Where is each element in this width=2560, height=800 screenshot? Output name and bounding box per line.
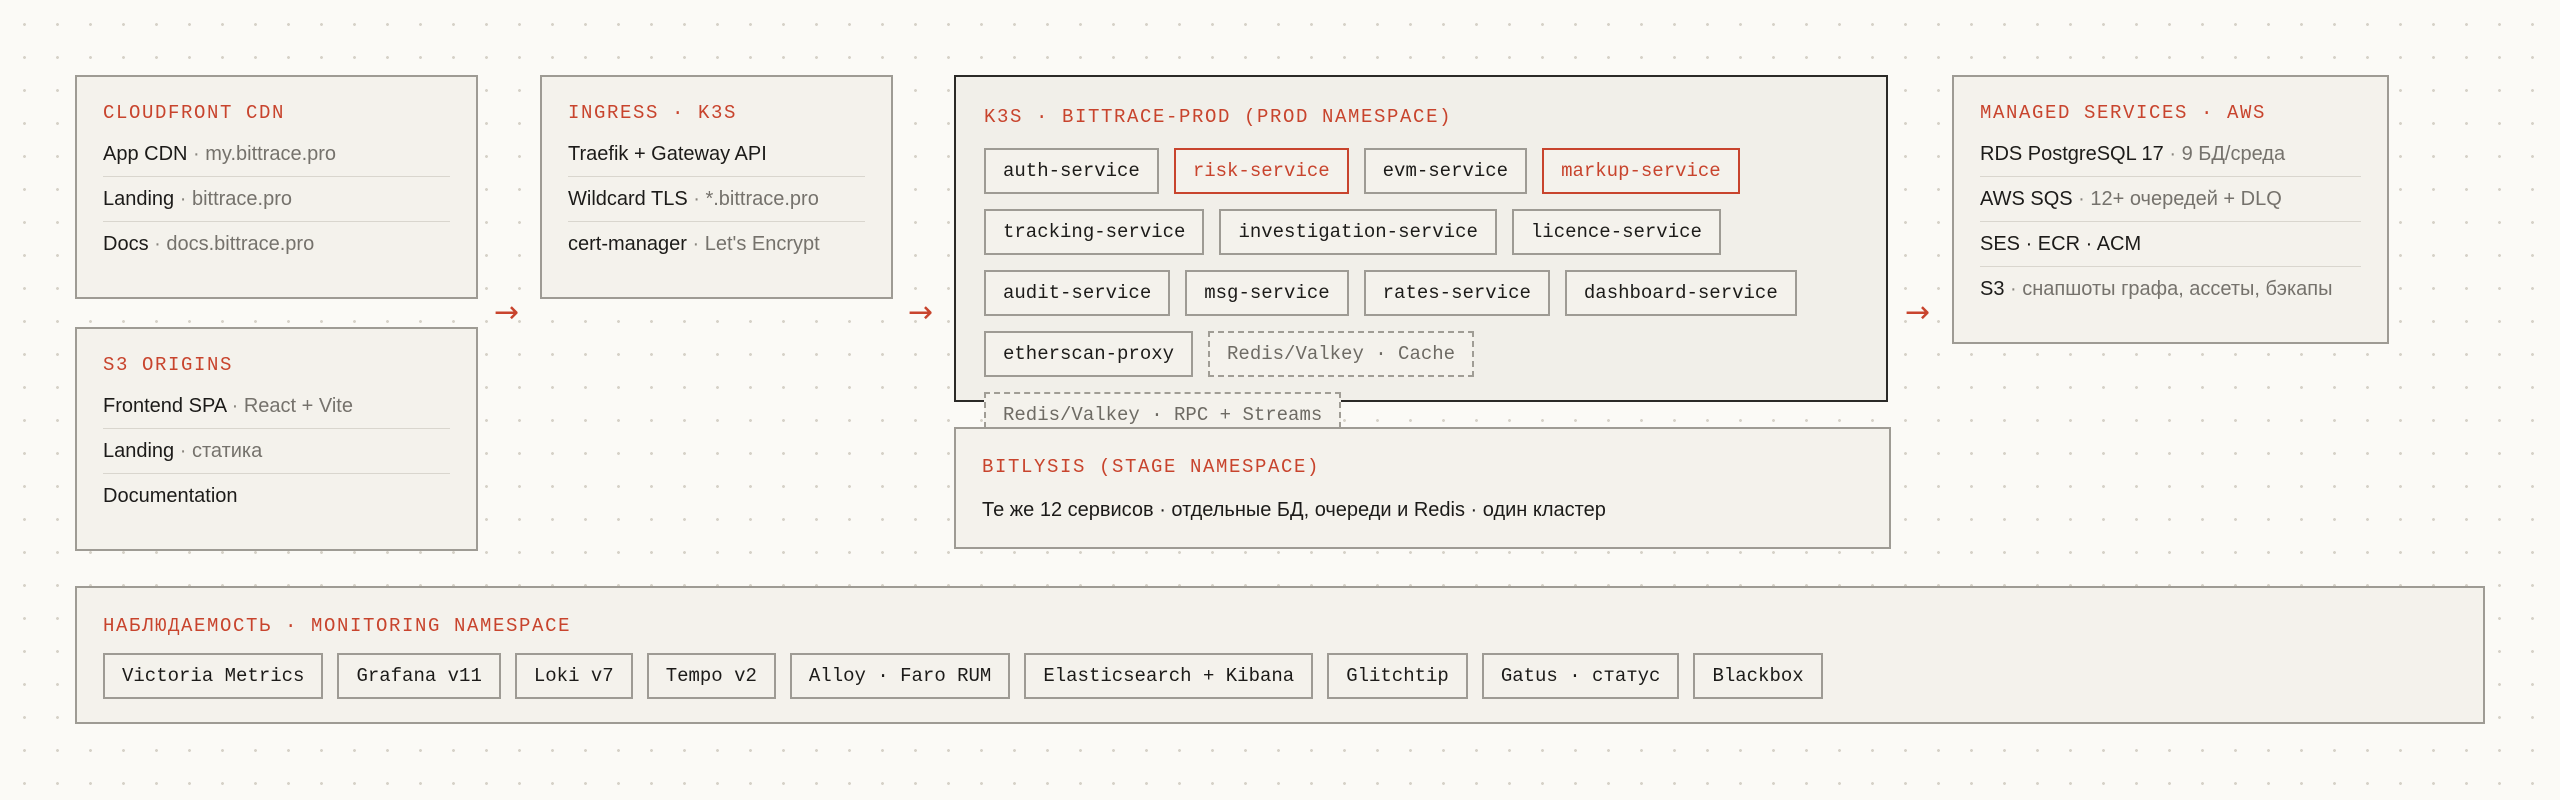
separator: · xyxy=(2163,143,2182,165)
monitoring-tool-chip: Blackbox xyxy=(1693,653,1823,699)
separator: · xyxy=(174,440,192,462)
item-label: RDS PostgreSQL 17 xyxy=(1980,143,2164,165)
list-item: Traefik + Gateway API xyxy=(568,142,865,177)
service-chip: risk-service xyxy=(1173,148,1349,194)
service-chip: licence-service xyxy=(1511,209,1721,255)
panel-title: K3S · BITTRACE-PROD (PROD NAMESPACE) xyxy=(984,106,1453,128)
ingress-panel: INGRESS · K3S Traefik + Gateway API Wildc… xyxy=(540,75,893,299)
item-label: Landing xyxy=(103,188,175,210)
monitoring-panel: НАБЛЮДАЕМОСТЬ · MONITORING NAMESPACE Vic… xyxy=(75,586,2485,724)
monitoring-chip-row: Victoria Metrics Grafana v11 Loki v7 Tempo … xyxy=(103,653,2457,699)
monitoring-tool-chip: Gatus · статус xyxy=(1481,653,1680,699)
item-detail: 9 БД/среда xyxy=(2181,143,2286,165)
service-chip: rates-service xyxy=(1363,270,1550,316)
item-label: cert-manager xyxy=(568,233,687,255)
item-label: Documentation xyxy=(103,485,238,507)
item-detail: *.bittrace.pro xyxy=(705,188,819,210)
flow-arrow-icon: → xyxy=(1905,295,1931,330)
panel-title: НАБЛЮДАЕМОСТЬ · MONITORING NAMESPACE xyxy=(103,615,572,637)
service-chip: evm-service xyxy=(1363,148,1528,194)
item-label: Frontend SPA xyxy=(103,395,227,417)
separator: · xyxy=(686,233,705,255)
ingress-list: Traefik + Gateway API Wildcard TLS · *.bi… xyxy=(568,142,865,256)
flow-arrow-icon: → xyxy=(908,295,934,330)
monitoring-tool-chip: Victoria Metrics xyxy=(103,653,324,699)
separator: · xyxy=(148,233,167,255)
list-item: Docs · docs.bittrace.pro xyxy=(103,222,450,256)
service-chip-grid: auth-service risk-service evm-service marku… xyxy=(984,148,1860,453)
monitoring-tool-chip: Alloy · Faro RUM xyxy=(789,653,1011,699)
list-item: Frontend SPA · React + Vite xyxy=(103,394,450,429)
list-item: SES · ECR · ACM xyxy=(1980,222,2361,267)
item-detail: bittrace.pro xyxy=(191,188,293,210)
list-item: cert-manager · Let's Encrypt xyxy=(568,222,865,256)
cloudfront-list: App CDN · my.bittrace.pro Landing · bittr… xyxy=(103,142,450,256)
monitoring-tool-chip: Loki v7 xyxy=(514,653,633,699)
list-item: RDS PostgreSQL 17 · 9 БД/среда xyxy=(1980,142,2361,177)
item-detail: снапшоты графа, ассеты, бэкапы xyxy=(2022,278,2333,300)
service-chip: msg-service xyxy=(1185,270,1349,316)
monitoring-tool-chip: Glitchtip xyxy=(1327,653,1468,699)
service-chip: dashboard-service xyxy=(1564,270,1797,316)
item-detail: 12+ очередей + DLQ xyxy=(2090,188,2282,210)
monitoring-tool-chip: Grafana v11 xyxy=(337,653,501,699)
item-detail: статика xyxy=(191,440,263,462)
panel-title: MANAGED SERVICES · AWS xyxy=(1980,102,2267,124)
panel-title: INGRESS · K3S xyxy=(568,102,738,124)
s3-origins-list: Frontend SPA · React + Vite Landing · ста… xyxy=(103,394,450,508)
stage-namespace-panel: BITLYSIS (STAGE NAMESPACE) Те же 12 серв… xyxy=(954,427,1891,549)
separator: · xyxy=(2004,278,2023,300)
item-label: AWS SQS xyxy=(1980,188,2073,210)
item-label: S3 xyxy=(1980,278,2005,300)
service-chip: markup-service xyxy=(1542,148,1740,194)
s3-origins-panel: S3 ORIGINS Frontend SPA · React + Vite La… xyxy=(75,327,478,551)
item-label: Landing xyxy=(103,440,175,462)
item-detail: docs.bittrace.pro xyxy=(166,233,315,255)
list-item: S3 · снапшоты графа, ассеты, бэкапы xyxy=(1980,267,2361,301)
panel-title: BITLYSIS (STAGE NAMESPACE) xyxy=(982,456,1321,478)
k3s-prod-panel: K3S · BITTRACE-PROD (PROD NAMESPACE) aut… xyxy=(954,75,1888,438)
monitoring-tool-chip: Tempo v2 xyxy=(646,653,776,699)
list-item: Landing · статика xyxy=(103,429,450,474)
service-chip: etherscan-proxy xyxy=(984,331,1194,377)
item-label: Docs xyxy=(103,233,149,255)
item-label: App CDN xyxy=(103,143,188,165)
item-detail: Let's Encrypt xyxy=(704,233,820,255)
item-label: SES · ECR · ACM xyxy=(1980,233,2142,255)
list-item: Documentation xyxy=(103,474,450,508)
service-chip: investigation-service xyxy=(1219,209,1497,255)
service-chip: audit-service xyxy=(984,270,1171,316)
item-detail: React + Vite xyxy=(243,395,353,417)
separator: · xyxy=(187,143,206,165)
service-chip: auth-service xyxy=(984,148,1159,194)
separator: · xyxy=(174,188,192,210)
cloudfront-cdn-panel: CLOUDFRONT CDN App CDN · my.bittrace.pro… xyxy=(75,75,478,299)
item-label: Wildcard TLS xyxy=(568,188,688,210)
item-detail: my.bittrace.pro xyxy=(205,143,337,165)
datastore-chip: Redis/Valkey · Cache xyxy=(1208,331,1475,377)
flow-arrow-icon: → xyxy=(494,295,520,330)
managed-services-panel: MANAGED SERVICES · AWS RDS PostgreSQL 17… xyxy=(1952,75,2389,344)
monitoring-tool-chip: Elasticsearch + Kibana xyxy=(1024,653,1314,699)
list-item: App CDN · my.bittrace.pro xyxy=(103,142,450,177)
panel-title: S3 ORIGINS xyxy=(103,354,234,376)
separator: · xyxy=(226,395,244,417)
list-item: AWS SQS · 12+ очередей + DLQ xyxy=(1980,177,2361,222)
stage-description: Те же 12 сервисов · отдельные БД, очеред… xyxy=(982,499,1606,521)
separator: · xyxy=(2072,188,2091,210)
list-item: Landing · bittrace.pro xyxy=(103,177,450,222)
managed-services-list: RDS PostgreSQL 17 · 9 БД/среда AWS SQS · … xyxy=(1980,142,2361,301)
panel-title: CLOUDFRONT CDN xyxy=(103,102,286,124)
list-item: Wildcard TLS · *.bittrace.pro xyxy=(568,177,865,222)
separator: · xyxy=(687,188,706,210)
item-label: Traefik + Gateway API xyxy=(568,143,767,165)
service-chip: tracking-service xyxy=(984,209,1205,255)
